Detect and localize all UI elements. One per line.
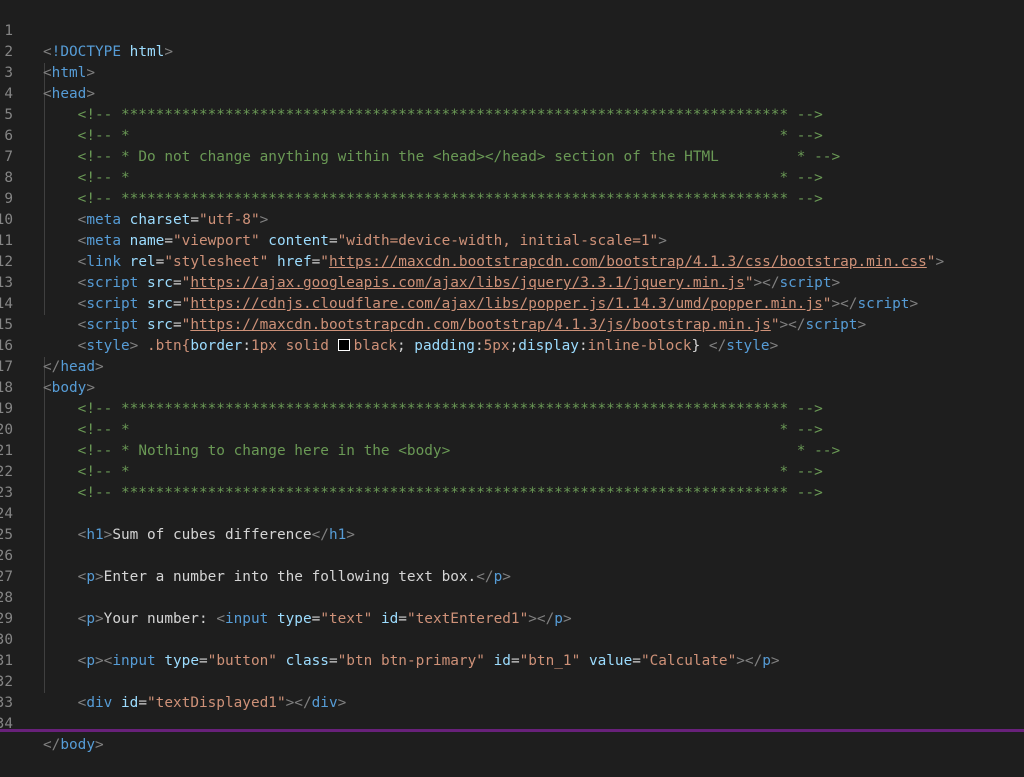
code-line[interactable]: 10 <meta name="viewport" content="width=… xyxy=(0,189,1024,249)
code-line[interactable]: 7 <!-- * * --> xyxy=(0,126,1024,186)
code-line[interactable]: 24 <h1>Sum of cubes difference</h1> xyxy=(0,483,1024,543)
code-line[interactable]: 6 <!-- * Do not change anything within t… xyxy=(0,105,1024,165)
code-line[interactable]: 33 xyxy=(0,672,1024,711)
code-line[interactable]: 12 <script src="https://ajax.googleapis.… xyxy=(0,231,1024,291)
code-line[interactable]: 23 xyxy=(0,462,1024,501)
code-line[interactable]: 18 <!-- ********************************… xyxy=(0,357,1024,417)
code-editor[interactable]: 1 <!DOCTYPE html> 2 <html> 3 <head> 4 <!… xyxy=(0,0,1024,753)
code-line[interactable]: 5 <!-- * * --> xyxy=(0,84,1024,144)
code-line[interactable]: 22 <!-- ********************************… xyxy=(0,441,1024,501)
code-line[interactable]: 34 </body> xyxy=(0,693,1024,753)
code-line[interactable]: 19 <!-- * * --> xyxy=(0,378,1024,438)
code-line[interactable]: 15 <style> .btn{border:1px solid black; … xyxy=(0,294,1024,354)
code-line[interactable]: 30 <p><input type="button" class="btn bt… xyxy=(0,609,1024,669)
code-line[interactable]: 9 <meta charset="utf-8"> xyxy=(0,168,1024,228)
code-line[interactable]: 16 </head> xyxy=(0,315,1024,375)
code-line[interactable]: 27 xyxy=(0,546,1024,585)
code-line[interactable]: 26 <p>Enter a number into the following … xyxy=(0,525,1024,585)
code-line[interactable]: 8 <!-- *********************************… xyxy=(0,147,1024,207)
code-line[interactable]: 14 <script src="https://maxcdn.bootstrap… xyxy=(0,273,1024,333)
code-line[interactable]: 35 <script> xyxy=(0,714,1024,729)
code-line[interactable]: 32 <div id="textDisplayed1"></div> xyxy=(0,651,1024,711)
code-line[interactable]: 21 <!-- * * --> xyxy=(0,420,1024,480)
code-line[interactable]: 31 xyxy=(0,630,1024,669)
code-line[interactable]: 1 <!DOCTYPE html> xyxy=(0,0,1024,60)
code-line[interactable]: 2 <html> xyxy=(0,21,1024,81)
code-line[interactable]: 11 <link rel="stylesheet" href="https://… xyxy=(0,210,1024,270)
code-line[interactable]: 25 xyxy=(0,504,1024,543)
code-line[interactable]: 17 <body> xyxy=(0,336,1024,396)
code-line[interactable]: 20 <!-- * Nothing to change here in the … xyxy=(0,399,1024,459)
code-line[interactable]: 28 <p>Your number: <input type="text" id… xyxy=(0,567,1024,627)
code-line[interactable]: 4 <!-- *********************************… xyxy=(0,63,1024,123)
code-line[interactable]: 3 <head> xyxy=(0,42,1024,102)
code-line[interactable]: 13 <script src="https://cdnjs.cloudflare… xyxy=(0,252,1024,312)
code-line[interactable]: 29 xyxy=(0,588,1024,627)
